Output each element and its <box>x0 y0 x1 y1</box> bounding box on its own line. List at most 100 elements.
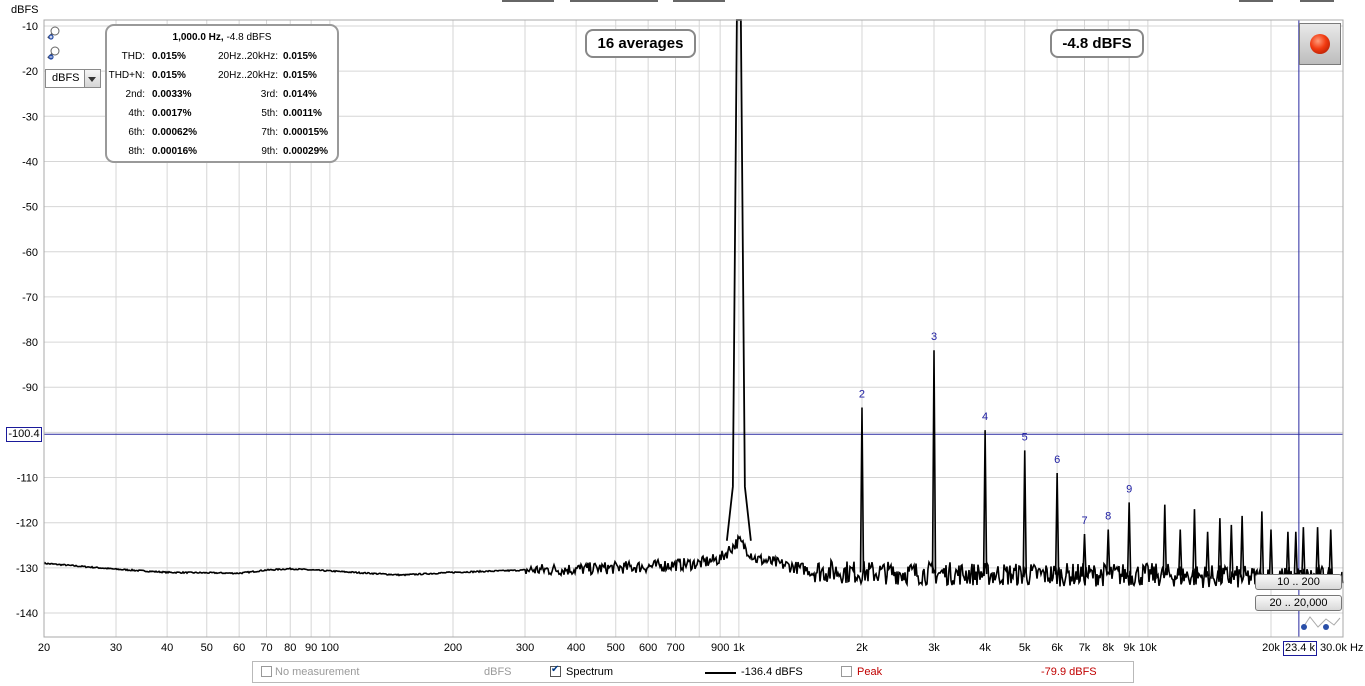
x-tick-label: 90 <box>305 642 317 654</box>
x-tick-label: 80 <box>284 642 296 654</box>
unit-select-value: dBFS <box>52 72 80 84</box>
peak-checkbox[interactable] <box>841 666 852 677</box>
units-label: dBFS <box>484 666 512 678</box>
toolbar-tab <box>570 0 658 2</box>
x-tick-label: 9k <box>1123 642 1135 654</box>
x-tick-label: 500 <box>607 642 625 654</box>
harmonic-label: 5 <box>1022 431 1028 443</box>
zoom-out-icon[interactable] <box>47 46 61 61</box>
range-10-200-button[interactable]: 10 .. 200 <box>1255 574 1342 590</box>
unit-select[interactable]: dBFS <box>45 69 101 88</box>
y-tick-label: -20 <box>22 66 38 78</box>
record-icon <box>1310 34 1330 54</box>
x-tick-label: 2k <box>856 642 868 654</box>
x-tick-label: 600 <box>639 642 657 654</box>
stats-label: 6th: <box>128 127 145 138</box>
x-axis-ticks: 20 30 40 50 60 70 80 90 100 200 300 400 500 600 700 900… <box>38 642 1364 654</box>
toolbar-tab <box>1239 0 1273 2</box>
stats-title-level: -4.8 dBFS <box>223 32 272 43</box>
spectrum-label: Spectrum <box>566 666 614 678</box>
x-tick-label: 10k <box>1139 642 1157 654</box>
stats-row: 6th: 0.00062% 7th: 0.00015% <box>107 127 337 140</box>
stats-value: 0.015% <box>152 51 186 62</box>
peak-label: Peak <box>857 666 883 678</box>
x-tick-label: 30 <box>110 642 122 654</box>
y-tick-label: -10 <box>22 21 38 33</box>
y-axis-ticks: -10-20-30-40-50-60-70-80-90-100-110-120-… <box>16 21 38 620</box>
x-tick-label: 70 <box>260 642 272 654</box>
stats-label: 20Hz..20kHz: <box>217 70 278 81</box>
x-tick-label: 100 <box>321 642 339 654</box>
stats-value: 0.0033% <box>152 89 192 100</box>
y-tick-label: -60 <box>22 247 38 259</box>
x-tick-label: 7k <box>1079 642 1091 654</box>
x-tick-label: 50 <box>201 642 213 654</box>
stats-label: 8th: <box>128 146 145 157</box>
stats-label: 9th: <box>261 146 278 157</box>
x-tick-label: 4k <box>979 642 991 654</box>
stats-label: THD: <box>121 51 145 62</box>
x-tick-label: 60 <box>233 642 245 654</box>
toolbar-tab <box>1300 0 1334 2</box>
stats-label: 4th: <box>128 108 145 119</box>
stats-value: 0.014% <box>283 89 317 100</box>
y-tick-label: -120 <box>16 518 38 530</box>
x-tick-label: 40 <box>161 642 173 654</box>
harmonic-label: 6 <box>1054 454 1060 466</box>
stats-value: 0.00062% <box>152 127 198 138</box>
y-tick-label: -70 <box>22 292 38 304</box>
stats-value: 0.0011% <box>283 108 322 119</box>
harmonic-label: 9 <box>1126 483 1132 495</box>
y-tick-label: -40 <box>22 156 38 168</box>
stats-title: 1,000.0 Hz, -4.8 dBFS <box>107 32 337 43</box>
spectrum-line-swatch <box>705 672 736 674</box>
stats-label: 5th: <box>261 108 278 119</box>
stats-row: 2nd: 0.0033% 3rd: 0.014% <box>107 89 337 102</box>
harmonic-label: 8 <box>1105 510 1111 522</box>
spectrum-checkbox[interactable] <box>550 664 561 677</box>
stats-value: 0.0017% <box>152 108 192 119</box>
harmonic-label: 7 <box>1081 515 1087 527</box>
x-tick-label: 200 <box>444 642 462 654</box>
toolbar-tab <box>673 0 725 2</box>
y-tick-label: -30 <box>22 111 38 123</box>
x-tick-label: 400 <box>567 642 585 654</box>
harmonic-label: 2 <box>859 389 865 401</box>
x-tick-label: 30.0k Hz <box>1320 642 1363 654</box>
x-tick-label: 1k <box>733 642 745 654</box>
record-button[interactable] <box>1299 23 1341 65</box>
spectrum-value: -136.4 dBFS <box>741 666 803 678</box>
harmonic-label: 4 <box>982 411 988 423</box>
stats-label: 7th: <box>261 127 278 138</box>
x-tick-label: 8k <box>1102 642 1114 654</box>
stats-value: 0.015% <box>152 70 186 81</box>
stats-value: 0.015% <box>283 51 317 62</box>
y-tick-label: -90 <box>22 382 38 394</box>
stats-value: 0.00029% <box>283 146 329 157</box>
stats-value: 0.00015% <box>283 127 329 138</box>
y-tick-label: -80 <box>22 337 38 349</box>
zoom-in-icon[interactable] <box>47 26 61 41</box>
chevron-down-icon[interactable] <box>84 70 100 87</box>
stats-label: 20Hz..20kHz: <box>217 51 278 62</box>
stats-value: 0.00016% <box>152 146 198 157</box>
cursor-frequency-label[interactable]: 23.4 k <box>1283 641 1317 656</box>
stats-row: THD+N: 0.015% 20Hz..20kHz: 0.015% <box>107 70 337 83</box>
y-axis-title: dBFS <box>11 4 39 16</box>
y-tick-label: -50 <box>22 202 38 214</box>
cursor-level-label[interactable]: -100.4 <box>6 427 42 442</box>
x-tick-label: 20 <box>38 642 50 654</box>
averages-badge: 16 averages <box>585 29 696 58</box>
x-tick-label: 6k <box>1051 642 1063 654</box>
no-measurement-checkbox[interactable] <box>261 666 272 677</box>
level-badge: -4.8 dBFS <box>1050 29 1144 58</box>
scroll-zoom-icon[interactable] <box>1300 613 1342 633</box>
x-tick-label: 5k <box>1019 642 1031 654</box>
y-tick-label: -130 <box>16 563 38 575</box>
range-20-20000-button[interactable]: 20 .. 20,000 <box>1255 595 1342 611</box>
stats-row: 4th: 0.0017% 5th: 0.0011% <box>107 108 337 121</box>
x-tick-label: 3k <box>928 642 940 654</box>
stats-label: THD+N: <box>108 70 145 81</box>
stats-row: THD: 0.015% 20Hz..20kHz: 0.015% <box>107 51 337 64</box>
stats-label: 2nd: <box>125 89 145 100</box>
